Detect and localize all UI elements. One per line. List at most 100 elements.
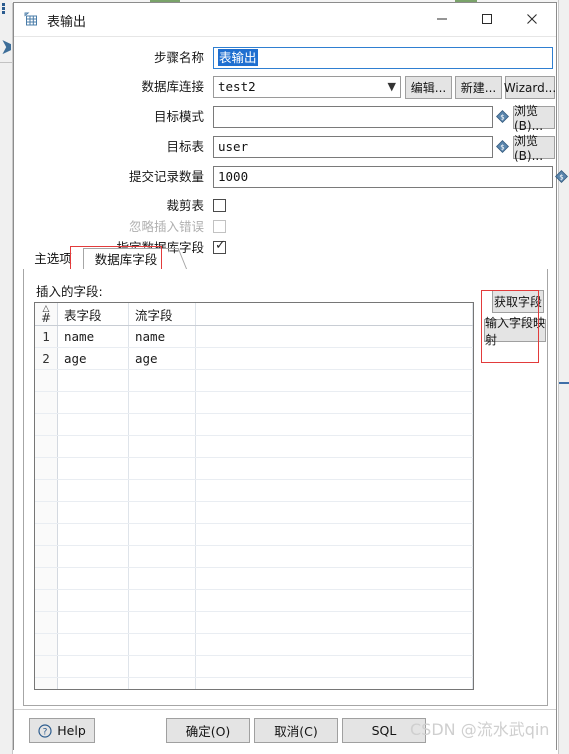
target-table-browse-button[interactable]: 浏览(B)... [513, 134, 555, 163]
empty-cell[interactable] [195, 655, 473, 678]
column-header-stream-field[interactable]: 流字段 [128, 303, 196, 326]
empty-cell[interactable] [57, 479, 129, 502]
empty-cell[interactable] [35, 545, 58, 568]
step-name-input[interactable]: 表输出 [213, 47, 553, 69]
empty-table-row[interactable] [35, 479, 473, 502]
empty-cell[interactable] [128, 633, 196, 656]
empty-cell[interactable] [57, 457, 129, 480]
empty-cell[interactable] [35, 633, 58, 656]
empty-table-row[interactable] [35, 435, 473, 458]
empty-cell[interactable] [195, 479, 473, 502]
empty-cell[interactable] [128, 435, 196, 458]
empty-cell[interactable] [195, 545, 473, 568]
db-wizard-button[interactable]: Wizard... [504, 76, 556, 99]
empty-cell[interactable] [195, 633, 473, 656]
empty-table-row[interactable] [35, 567, 473, 590]
empty-cell[interactable] [35, 501, 58, 524]
empty-cell[interactable] [195, 567, 473, 590]
empty-cell[interactable] [57, 435, 129, 458]
fields-grid[interactable]: △ # 表字段 流字段 1 name name 2 age age [34, 302, 474, 690]
empty-cell[interactable] [57, 545, 129, 568]
row-stream-field[interactable]: name [128, 325, 196, 348]
cancel-button[interactable]: 取消(C) [254, 718, 338, 743]
empty-cell[interactable] [35, 523, 58, 546]
empty-table-row[interactable] [35, 655, 473, 678]
empty-cell[interactable] [35, 391, 58, 414]
maximize-button[interactable] [464, 3, 509, 35]
empty-cell[interactable] [57, 611, 129, 634]
empty-cell[interactable] [128, 655, 196, 678]
empty-cell[interactable] [35, 457, 58, 480]
empty-cell[interactable] [57, 413, 129, 436]
empty-cell[interactable] [57, 567, 129, 590]
empty-cell[interactable] [195, 501, 473, 524]
target-schema-browse-button[interactable]: 浏览(B)... [513, 104, 555, 133]
empty-table-row[interactable] [35, 501, 473, 524]
empty-cell[interactable] [128, 523, 196, 546]
empty-cell[interactable] [195, 457, 473, 480]
empty-table-row[interactable] [35, 369, 473, 392]
empty-cell[interactable] [128, 501, 196, 524]
empty-table-row[interactable] [35, 611, 473, 634]
empty-cell[interactable] [57, 391, 129, 414]
empty-cell[interactable] [195, 369, 473, 392]
truncate-table-checkbox[interactable] [213, 199, 226, 212]
empty-cell[interactable] [35, 655, 58, 678]
close-button[interactable] [509, 3, 554, 35]
row-table-field[interactable]: name [57, 325, 129, 348]
db-connection-select[interactable]: test2 ▼ [213, 76, 401, 98]
ok-button[interactable]: 确定(O) [166, 718, 250, 743]
empty-table-row[interactable] [35, 413, 473, 436]
column-header-index[interactable]: △ # [35, 303, 58, 326]
empty-cell[interactable] [35, 567, 58, 590]
empty-table-row[interactable] [35, 633, 473, 656]
empty-cell[interactable] [57, 655, 129, 678]
empty-cell[interactable] [128, 677, 196, 689]
empty-cell[interactable] [195, 523, 473, 546]
empty-table-row[interactable] [35, 457, 473, 480]
empty-table-row[interactable] [35, 677, 473, 689]
empty-cell[interactable] [128, 567, 196, 590]
empty-cell[interactable] [195, 611, 473, 634]
empty-cell[interactable] [128, 391, 196, 414]
empty-cell[interactable] [57, 589, 129, 612]
empty-cell[interactable] [195, 435, 473, 458]
db-edit-button[interactable]: 编辑... [405, 76, 452, 99]
row-table-field[interactable]: age [57, 347, 129, 370]
empty-cell[interactable] [57, 523, 129, 546]
empty-cell[interactable] [57, 369, 129, 392]
empty-cell[interactable] [195, 391, 473, 414]
empty-table-row[interactable] [35, 523, 473, 546]
empty-cell[interactable] [128, 611, 196, 634]
target-schema-input[interactable] [213, 106, 493, 128]
column-header-table-field[interactable]: 表字段 [57, 303, 129, 326]
empty-cell[interactable] [35, 413, 58, 436]
empty-cell[interactable] [57, 677, 129, 689]
empty-cell[interactable] [128, 479, 196, 502]
empty-cell[interactable] [195, 413, 473, 436]
empty-cell[interactable] [35, 479, 58, 502]
empty-cell[interactable] [57, 633, 129, 656]
help-button[interactable]: ? Help [29, 718, 95, 743]
empty-table-row[interactable] [35, 589, 473, 612]
empty-cell[interactable] [35, 611, 58, 634]
empty-cell[interactable] [35, 435, 58, 458]
empty-cell[interactable] [128, 413, 196, 436]
empty-cell[interactable] [128, 589, 196, 612]
target-table-input[interactable]: user [213, 136, 493, 158]
empty-cell[interactable] [128, 545, 196, 568]
commit-size-input[interactable]: 1000 [213, 166, 553, 188]
empty-cell[interactable] [195, 589, 473, 612]
empty-cell[interactable] [35, 677, 58, 689]
empty-cell[interactable] [35, 369, 58, 392]
empty-table-row[interactable] [35, 391, 473, 414]
empty-table-row[interactable] [35, 545, 473, 568]
db-new-button[interactable]: 新建... [455, 76, 502, 99]
empty-cell[interactable] [35, 589, 58, 612]
empty-cell[interactable] [128, 457, 196, 480]
empty-cell[interactable] [195, 677, 473, 689]
row-stream-field[interactable]: age [128, 347, 196, 370]
minimize-button[interactable] [419, 3, 464, 35]
empty-cell[interactable] [57, 501, 129, 524]
empty-cell[interactable] [128, 369, 196, 392]
